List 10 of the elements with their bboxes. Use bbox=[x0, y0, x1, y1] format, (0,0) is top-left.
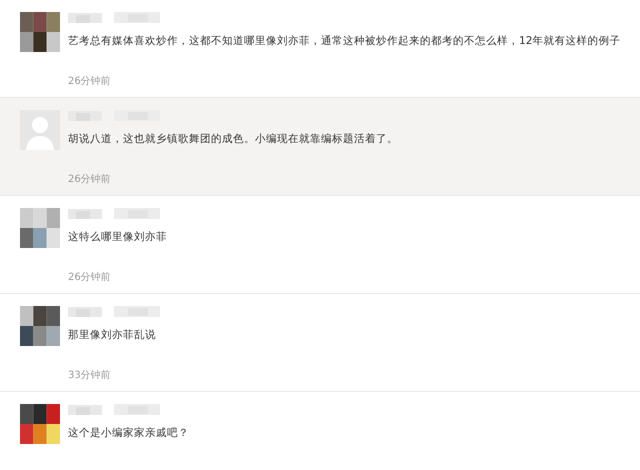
comment-text: 那里像刘亦菲乱说 bbox=[68, 328, 157, 343]
comment-text: 这个是小编家家亲戚吧？ bbox=[68, 426, 190, 441]
avatar-icon bbox=[20, 110, 60, 150]
comment-time: 33分钟前 bbox=[68, 368, 112, 383]
comment-time: 26分钟前 bbox=[68, 172, 112, 187]
comment-time: 26分钟前 bbox=[68, 74, 112, 89]
comment-text: 胡说八道，这也就乡镇歌舞团的成色。小编现在就靠编标题活着了。 bbox=[68, 132, 399, 147]
comment-time: 26分钟前 bbox=[68, 270, 112, 285]
comment-text: 这特么哪里像刘亦菲 bbox=[68, 230, 168, 245]
comment-text: 艺考总有媒体喜欢炒作，这都不知道哪里像刘亦菲，通常这种被炒作起来的都考的不怎么样，12年就有这样的例子 bbox=[68, 34, 622, 49]
